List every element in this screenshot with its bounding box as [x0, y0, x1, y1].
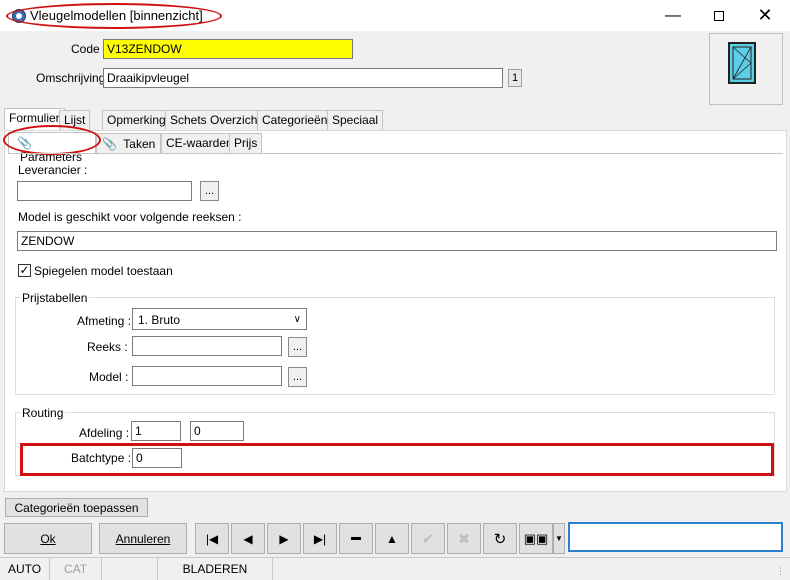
subtab-taken[interactable]: 📎 Taken [96, 133, 161, 154]
chevron-down-icon: ∨ [293, 314, 301, 325]
status-empty [102, 558, 158, 580]
last-icon: ▶| [313, 531, 327, 546]
minimize-button[interactable]: — [650, 0, 696, 31]
first-icon: |◀ [205, 531, 219, 546]
status-auto: AUTO [0, 558, 50, 580]
description-label: Omschrijving : [36, 71, 113, 85]
find-button[interactable]: ▣▣ [519, 523, 553, 554]
maximize-button[interactable] [696, 0, 742, 31]
code-label: Code : [71, 42, 107, 56]
tab-schets-overzicht[interactable]: Schets Overzicht [165, 110, 266, 130]
model-input[interactable] [132, 366, 282, 386]
binoculars-icon: ▣▣ [523, 530, 549, 546]
next-record-button[interactable]: ▶ [267, 523, 301, 554]
routing-title: Routing [20, 406, 66, 420]
resize-grip-icon[interactable]: ⋮ [776, 566, 785, 577]
apply-categories-button[interactable]: Categorieën toepassen [5, 498, 148, 517]
refresh-button[interactable]: ↻ [483, 523, 517, 554]
previous-icon: ◀ [243, 531, 253, 546]
edit-record-button[interactable]: ▲ [375, 523, 409, 554]
maximize-icon [714, 10, 724, 21]
subtab-divider [8, 153, 783, 154]
next-icon: ▶ [279, 531, 289, 546]
first-record-button[interactable]: |◀ [195, 523, 229, 554]
cancel-button[interactable]: Annuleren [99, 523, 187, 554]
find-dropdown-button[interactable]: ▼ [553, 523, 565, 554]
post-record-button[interactable]: ✔ [411, 523, 445, 554]
delete-record-button[interactable] [339, 523, 373, 554]
tab-categorieen[interactable]: Categorieën [257, 110, 333, 130]
tab-opmerking[interactable]: Opmerking [102, 110, 171, 130]
subtab-highlight-oval [3, 125, 101, 155]
paperclip-icon: 📎 [102, 137, 117, 151]
title-highlight-oval [6, 3, 222, 29]
window-sketch-icon [728, 42, 756, 84]
status-cat: CAT [50, 558, 102, 580]
reeks-browse-button[interactable]: ... [288, 337, 307, 357]
cross-icon: ✖ [457, 530, 471, 548]
subtab-prijs[interactable]: Prijs [229, 133, 263, 154]
subtab-ce-waarden[interactable]: CE-waarden [161, 133, 238, 154]
afmeting-label: Afmeting : [77, 314, 132, 328]
code-input[interactable]: V13ZENDOW [103, 39, 353, 59]
close-icon: ✕ [757, 5, 773, 25]
leverancier-browse-button[interactable]: ... [200, 181, 219, 201]
afmeting-select[interactable]: 1. Bruto ∨ [132, 308, 307, 330]
close-button[interactable]: ✕ [742, 0, 788, 31]
tab-speciaal[interactable]: Speciaal [327, 110, 384, 130]
mirror-label: Spiegelen model toestaan [34, 264, 173, 278]
model-browse-button[interactable]: ... [288, 367, 307, 387]
checkmark-icon: ✓ [19, 263, 30, 277]
sub-tabs: 📎 Parameters 📎 Taken CE-waarden Prijs [8, 132, 708, 164]
checkmark-icon: ✔ [421, 530, 435, 548]
status-mode: BLADEREN [158, 558, 273, 580]
afdeling-input-2[interactable]: 0 [190, 421, 244, 441]
reeks-label: Reeks : [87, 340, 128, 354]
reeksen-label: Model is geschikt voor volgende reeksen … [18, 210, 242, 224]
main-tabs: Formulier Lijst Opmerking Schets Overzic… [2, 108, 788, 130]
batchtype-highlight-box [20, 443, 774, 476]
last-record-button[interactable]: ▶| [303, 523, 337, 554]
description-input[interactable]: Draaikipvleugel [103, 68, 503, 88]
mirror-checkbox[interactable]: ✓ [18, 264, 31, 277]
prijstabellen-group [15, 297, 775, 395]
ok-button[interactable]: Ok [4, 523, 92, 554]
reeks-input[interactable] [132, 336, 282, 356]
reeksen-input[interactable]: ZENDOW [17, 231, 777, 251]
triangle-up-icon: ▲ [386, 531, 398, 546]
afdeling-input-1[interactable]: 1 [131, 421, 181, 441]
leverancier-input[interactable] [17, 181, 192, 201]
refresh-icon: ↻ [493, 530, 507, 548]
leverancier-label: Leverancier : [18, 163, 88, 177]
previous-record-button[interactable]: ◀ [231, 523, 265, 554]
minus-icon [351, 537, 361, 540]
minimize-icon: — [665, 6, 681, 24]
cancel-edit-button[interactable]: ✖ [447, 523, 481, 554]
description-language-counter[interactable]: 1 [508, 69, 522, 87]
prijstabellen-title: Prijstabellen [20, 291, 90, 305]
afdeling-label: Afdeling : [79, 426, 130, 440]
chevron-down-icon: ▼ [555, 534, 563, 543]
model-label: Model : [89, 370, 129, 384]
sketch-preview [709, 33, 783, 105]
search-input[interactable] [568, 522, 783, 552]
